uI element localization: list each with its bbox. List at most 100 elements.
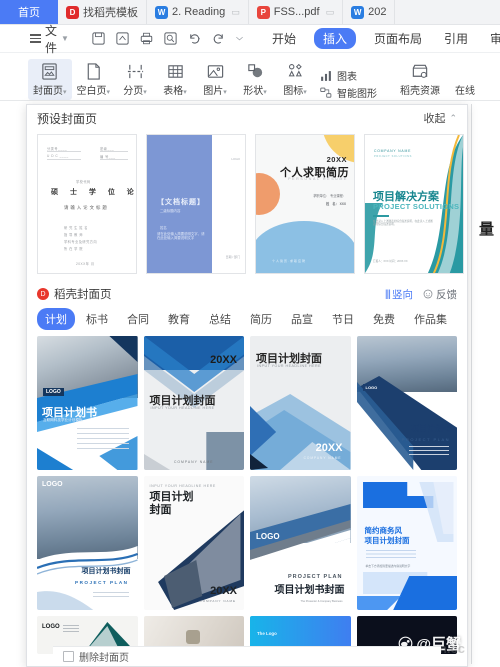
page-break-icon bbox=[126, 61, 145, 81]
feedback-label: 反馈 bbox=[436, 288, 457, 301]
template-logo: LOGO bbox=[362, 384, 381, 391]
ribbon-button-label: 在线 bbox=[455, 86, 476, 97]
category-tab-education[interactable]: 教育 bbox=[160, 308, 198, 330]
ribbon-tab-references[interactable]: 引用 bbox=[440, 28, 472, 49]
ribbon-button-label: 稻壳资源 bbox=[400, 86, 441, 97]
preset-cover-blue-block[interactable]: 【文档标题】 二级标题内容 姓名 请在此处输入简要说明文字，请在此处输入简要说明… bbox=[146, 134, 246, 274]
ribbon-tab-start[interactable]: 开始 bbox=[268, 28, 300, 49]
quick-access-toolbar bbox=[91, 31, 244, 46]
category-tab-free[interactable]: 免费 bbox=[365, 308, 403, 330]
feedback-button[interactable]: 反馈 bbox=[423, 287, 457, 302]
print-preview-icon[interactable] bbox=[163, 31, 178, 46]
table-icon bbox=[166, 61, 185, 81]
ribbon-tab-insert[interactable]: 插入 bbox=[313, 28, 356, 49]
template-card[interactable]: LOGO 项目计划书 PROJECT PLAN bbox=[356, 336, 457, 470]
category-tab-resume[interactable]: 简历 bbox=[242, 308, 280, 330]
wps-writer-icon: W bbox=[155, 5, 168, 19]
category-tab-summary[interactable]: 总结 bbox=[201, 308, 239, 330]
template-title: 项目计划书封面 bbox=[81, 568, 131, 575]
ribbon-tab-review[interactable]: 审 bbox=[486, 28, 500, 49]
picture-icon bbox=[206, 61, 225, 81]
delete-cover-label: 删除封面页 bbox=[79, 653, 129, 664]
decor-blue bbox=[256, 221, 354, 273]
preset-cover-resume[interactable]: 20XX 个人求职简历 PERSONAL RESUME 求职单位： 专业课程： … bbox=[255, 134, 355, 274]
template-card[interactable]: 简约商务风 项目计划封面 单击下方添加简要描述内容说明文字 bbox=[356, 476, 457, 610]
template-card[interactable]: INPUT YOUR HEADLINE HERE 项目计划 封面 20XX CO… bbox=[143, 476, 244, 610]
customize-quick-access-icon[interactable] bbox=[235, 34, 244, 43]
template-year: 20XX bbox=[315, 442, 343, 454]
panel-right-edge bbox=[471, 104, 472, 664]
category-tab-bid[interactable]: 标书 bbox=[78, 308, 116, 330]
background-document bbox=[468, 104, 500, 667]
category-tab-portfolio[interactable]: 作品集 bbox=[406, 308, 455, 330]
decor bbox=[37, 546, 138, 610]
icons-icon bbox=[286, 61, 305, 81]
ribbon-button-cover-page[interactable]: 封面页▾ bbox=[28, 59, 72, 100]
preset-cover-list: 分类号____ U D C ____ 密级___ 编 号___ 学校代码 硕 士… bbox=[27, 131, 467, 282]
close-icon[interactable]: ▭ bbox=[326, 7, 335, 18]
preset-body: 在此录入上述图表的综合描述说明，在此录入上述图表的综合描述说明。 bbox=[373, 220, 433, 227]
undo-icon[interactable] bbox=[187, 31, 202, 46]
orientation-toggle[interactable]: ||| 竖向 bbox=[385, 287, 413, 302]
ribbon-tab-page-layout[interactable]: 页面布局 bbox=[370, 28, 426, 49]
feedback-icon bbox=[423, 289, 433, 299]
ribbon-button-online[interactable]: 在线 bbox=[445, 59, 485, 100]
preset-title: 【文档标题】 bbox=[157, 199, 205, 206]
ribbon-button-icons[interactable]: 图标▾ bbox=[275, 59, 315, 100]
preset-subtitle-en: PERSONAL RESUME bbox=[288, 177, 348, 181]
docer-section-title: 稻壳封面页 bbox=[54, 289, 112, 301]
ribbon-button-picture[interactable]: 图片▾ bbox=[195, 59, 235, 100]
doc-tab-reading[interactable]: W 2. Reading ▭ bbox=[147, 0, 249, 24]
preset-company: COMPANY NAME bbox=[374, 149, 412, 153]
decor-caption: 单击下方添加简要描述内容说明文字 bbox=[365, 564, 411, 568]
ribbon-button-smart-art[interactable]: 智能图形 bbox=[319, 85, 377, 100]
save-as-cloud-icon[interactable] bbox=[115, 31, 130, 46]
category-tab-holiday[interactable]: 节日 bbox=[324, 308, 362, 330]
category-tab-contract[interactable]: 合同 bbox=[119, 308, 157, 330]
docer-store-icon bbox=[410, 61, 430, 81]
category-tab-plan[interactable]: 计划 bbox=[37, 308, 75, 330]
preset-field-1: 求职单位： 专业课程： bbox=[313, 194, 346, 198]
preset-cover-thesis[interactable]: 分类号____ U D C ____ 密级___ 编 号___ 学校代码 硕 士… bbox=[37, 134, 137, 274]
save-icon[interactable] bbox=[91, 31, 106, 46]
preset-year: 20XX bbox=[326, 155, 347, 164]
preset-cover-project-solutions[interactable]: COMPANY NAME PROJECT SOLUTIONS 项目解决方案 PR… bbox=[364, 134, 464, 274]
decor-orange bbox=[256, 173, 280, 215]
file-menu-button[interactable]: 文件 ▼ bbox=[30, 22, 69, 56]
template-card[interactable]: LOGO PROJECT PLAN 项目计划书封面 The Presenter … bbox=[250, 476, 351, 610]
collapse-button[interactable]: 收起 ⌃ bbox=[423, 110, 457, 126]
doc-tab-202[interactable]: W 202 bbox=[343, 0, 396, 24]
shape-icon bbox=[246, 61, 265, 81]
preset-cover-title: 预设封面页 bbox=[37, 111, 98, 126]
template-card[interactable]: 项目计划封面 INPUT YOUR HEADLINE HERE 20XX COM… bbox=[250, 336, 351, 470]
category-tab-branding[interactable]: 品宣 bbox=[283, 308, 321, 330]
doc-tab-fss-pdf[interactable]: P FSS...pdf ▭ bbox=[248, 0, 344, 24]
chevron-down-icon: ▼ bbox=[61, 34, 69, 43]
doc-tab-docer-templates[interactable]: D 找稻壳模板 bbox=[58, 0, 147, 24]
ribbon-button-shape[interactable]: 形状▾ bbox=[235, 59, 275, 100]
ribbon-button-table[interactable]: 表格▾ bbox=[155, 59, 195, 100]
doc-tab-label: 2. Reading bbox=[172, 6, 226, 18]
delete-cover-bar[interactable]: 删除封面页 bbox=[53, 646, 441, 666]
print-icon[interactable] bbox=[139, 31, 154, 46]
template-footer: COMPANY NAME bbox=[199, 599, 236, 603]
template-card[interactable]: LOGO 项目计划书封面 PROJECT PLAN bbox=[37, 476, 138, 610]
template-card[interactable]: 20XX 项目计划封面 INPUT YOUR HEADLINE HERE COM… bbox=[143, 336, 244, 470]
ribbon-button-page-break[interactable]: 分页▾ bbox=[115, 59, 155, 100]
doc-tab-home[interactable]: 首页 bbox=[0, 0, 58, 24]
template-title: 简约商务风 项目计划封面 bbox=[364, 526, 410, 545]
template-title: 项目计划书封面 bbox=[274, 585, 345, 596]
preset-note: 请在此处输入简要说明文字，请在此处输入简要说明文字 bbox=[157, 232, 205, 241]
decor-bar bbox=[373, 215, 389, 217]
chevron-up-icon: ⌃ bbox=[449, 112, 457, 123]
smart-art-icon bbox=[320, 87, 332, 98]
redo-icon[interactable] bbox=[211, 31, 226, 46]
decor-lines bbox=[77, 428, 129, 450]
ribbon-button-docer-resource[interactable]: 稻壳资源 bbox=[395, 59, 445, 100]
template-card[interactable]: LOGO 项目计划书 互联网科技学业计划模板 bbox=[37, 336, 138, 470]
ribbon-button-chart[interactable]: 图表 bbox=[319, 68, 377, 83]
ribbon-button-blank-page[interactable]: 空白页▾ bbox=[72, 59, 116, 100]
file-menu-label: 文件 bbox=[45, 23, 58, 55]
template-logo: LOGO bbox=[42, 481, 63, 488]
close-icon[interactable]: ▭ bbox=[231, 7, 240, 18]
